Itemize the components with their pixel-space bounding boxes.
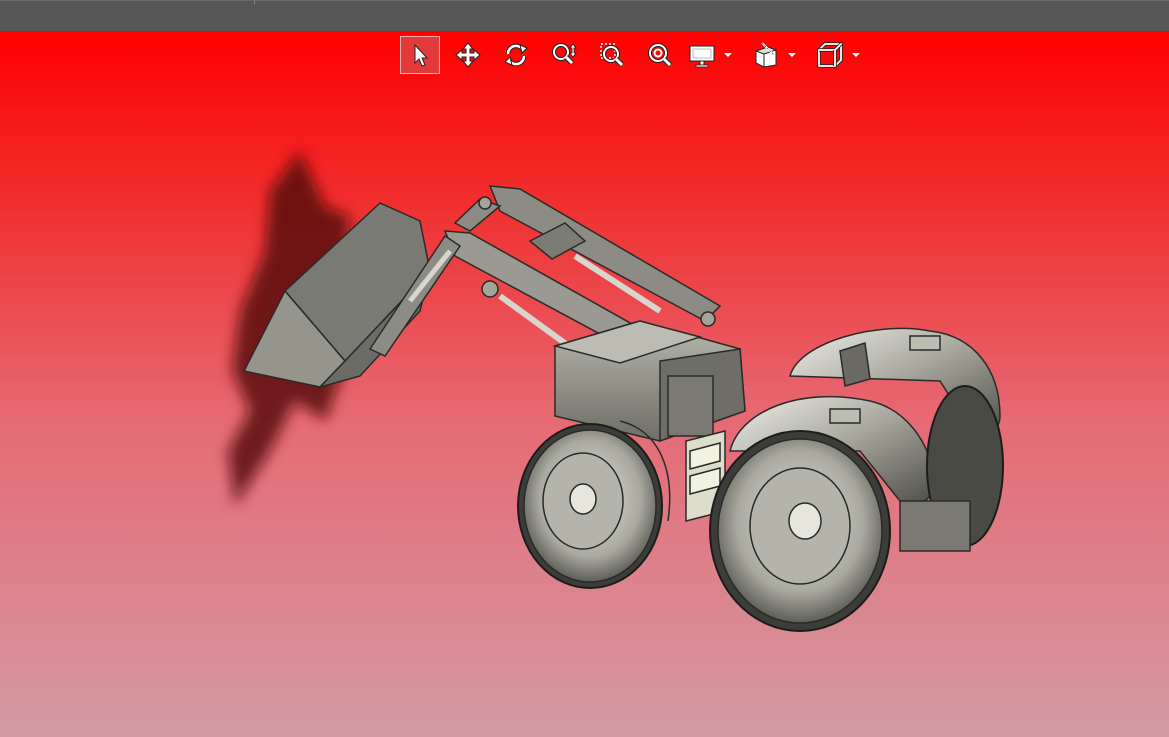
standard-view-dropdown[interactable] [816, 36, 870, 74]
rotate-icon [504, 43, 528, 67]
zoom-window-icon [600, 43, 624, 67]
rear-wheel [709, 430, 891, 632]
pan-tool-button[interactable] [448, 36, 488, 74]
title-bar [0, 0, 1169, 31]
select-tool-button[interactable] [400, 36, 440, 74]
tractor-loader-model[interactable] [0, 31, 1169, 737]
display-mode-dropdown[interactable] [688, 36, 742, 74]
move-arrows-icon [455, 42, 481, 68]
chevron-down-icon [852, 53, 860, 57]
rotate-tool-button[interactable] [496, 36, 536, 74]
view-toolbar [400, 35, 880, 75]
monitor-icon [689, 45, 715, 68]
chevron-down-icon [788, 53, 796, 57]
zoom-fit-icon [648, 43, 672, 67]
section-view-dropdown[interactable] [752, 36, 806, 74]
title-bar-divider [254, 1, 255, 4]
zoom-updown-icon [552, 43, 577, 65]
front-wheel [517, 420, 671, 589]
cursor-arrow-icon [414, 43, 429, 67]
chevron-down-icon [724, 53, 732, 57]
zoom-window-tool-button[interactable] [592, 36, 632, 74]
cube-view-icon [817, 42, 843, 68]
3d-viewport[interactable] [0, 31, 1169, 737]
zoom-fit-tool-button[interactable] [640, 36, 680, 74]
section-plane-icon [754, 42, 778, 68]
zoom-tool-button[interactable] [544, 36, 584, 74]
